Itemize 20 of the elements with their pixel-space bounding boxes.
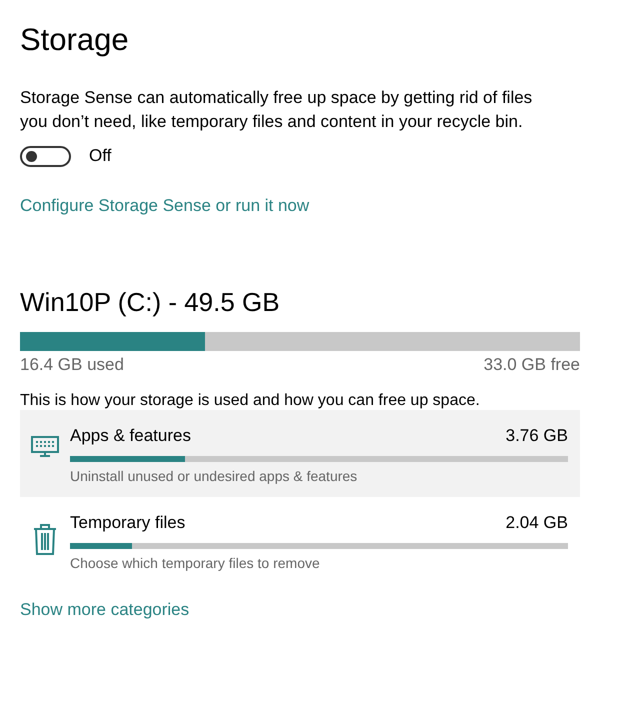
category-item[interactable]: Temporary files 2.04 GB Choose which temporary files to remove <box>20 497 580 584</box>
category-hint: Choose which temporary files to remove <box>70 555 321 571</box>
trash-icon <box>32 523 58 555</box>
category-size: 3.76 GB <box>506 426 568 446</box>
page-title: Storage <box>20 21 130 59</box>
toggle-label: Off <box>89 146 112 166</box>
free-label: 33.0 GB free <box>484 355 580 375</box>
drive-title: Win10P (C:) - 49.5 GB <box>20 286 281 318</box>
category-item[interactable]: Apps & features 3.76 GB Uninstall unused or undesired apps & features <box>20 410 580 497</box>
monitor-keyboard-icon <box>31 436 59 458</box>
description-text: Storage Sense can automatically free up space by getting rid of files you don’t need, like temporary files and content in your recycle bin. <box>20 87 534 133</box>
category-name: Apps & features <box>70 426 191 446</box>
show-more-link[interactable]: Show more categories <box>20 600 190 620</box>
configure-link[interactable]: Configure Storage Sense or run it now <box>20 196 310 216</box>
category-size: 2.04 GB <box>506 513 568 533</box>
usage-note: This is how your storage is used and how you can free up space. <box>20 392 481 410</box>
toggle-switch[interactable] <box>20 146 71 166</box>
used-label: 16.4 GB used <box>20 355 124 375</box>
category-name: Temporary files <box>70 513 186 533</box>
category-hint: Uninstall unused or undesired apps & features <box>70 468 358 484</box>
